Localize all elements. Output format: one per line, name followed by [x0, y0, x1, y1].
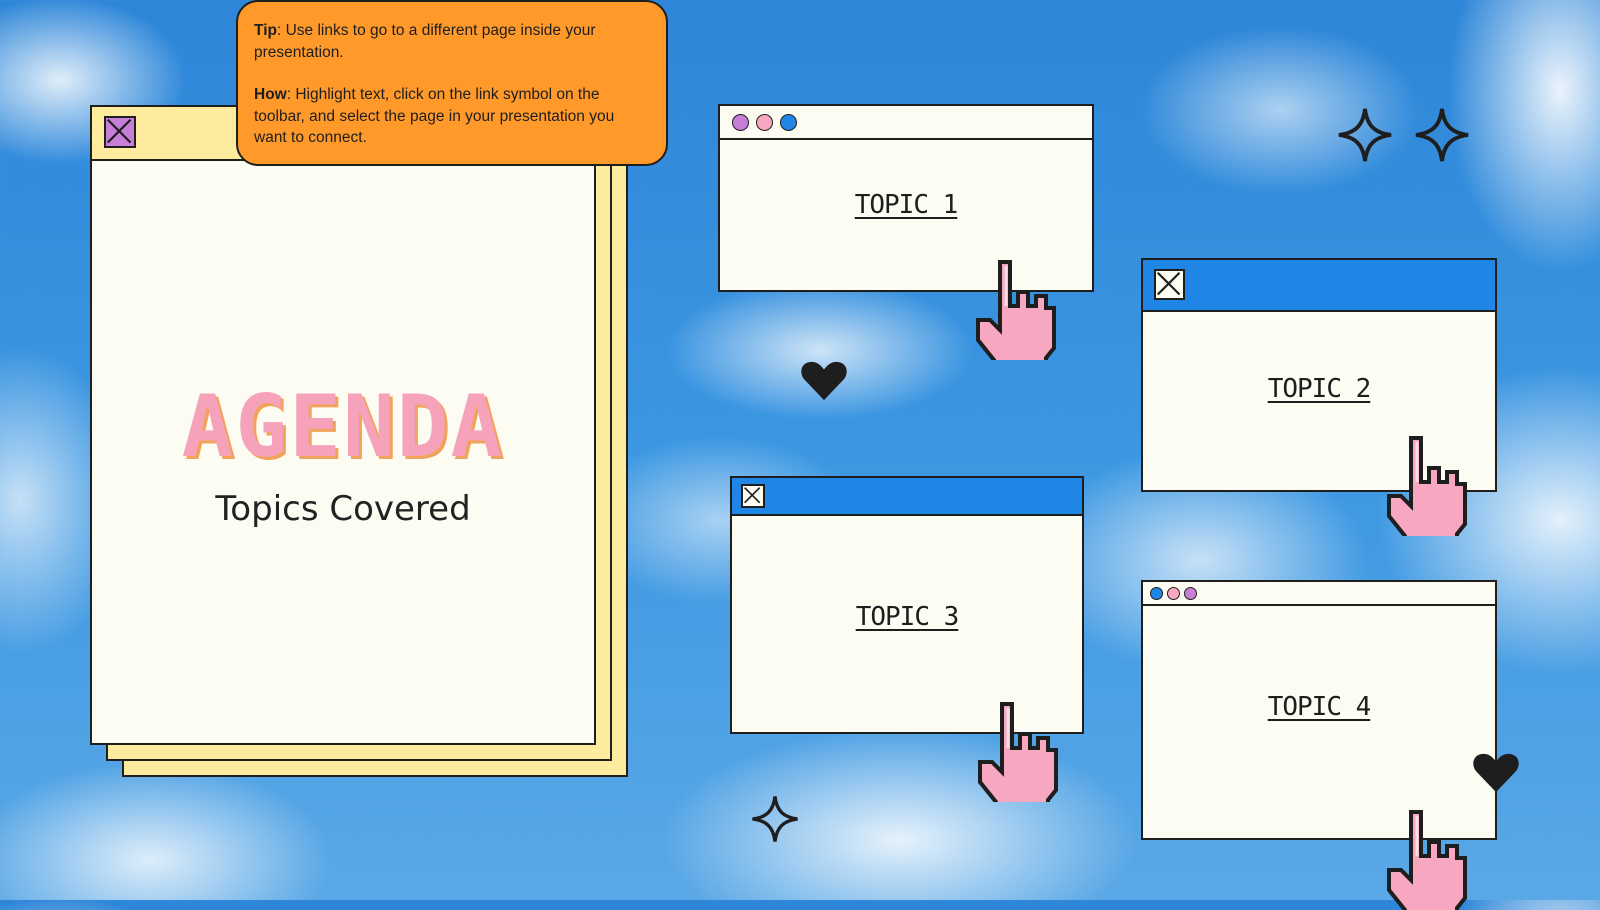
tip-line: Tip: Use links to go to a different page… — [254, 20, 650, 63]
how-line: How: Highlight text, click on the link s… — [254, 84, 650, 149]
blue-dot-icon[interactable] — [780, 114, 797, 131]
topic-1-titlebar — [720, 106, 1092, 140]
topic-3-window: TOPIC 3 — [730, 476, 1084, 734]
heart-icon — [1473, 753, 1519, 793]
pink-dot-icon[interactable] — [1167, 587, 1180, 600]
pointer-hand-icon — [1387, 436, 1467, 536]
agenda-window-stack: AGENDA Topics Covered — [90, 105, 640, 795]
tip-text: : Use links to go to a different page in… — [254, 22, 596, 61]
topic-1-link[interactable]: TOPIC 1 — [720, 190, 1092, 220]
topic-4-link[interactable]: TOPIC 4 — [1143, 692, 1495, 722]
purple-dot-icon[interactable] — [1184, 587, 1197, 600]
topic-3-titlebar — [732, 478, 1082, 516]
pointer-hand-icon — [978, 702, 1058, 802]
agenda-title: AGENDA — [181, 377, 505, 477]
pointer-hand-icon — [976, 260, 1056, 360]
sparkle-icon — [1415, 108, 1469, 162]
purple-dot-icon[interactable] — [732, 114, 749, 131]
close-box-icon[interactable] — [1154, 269, 1185, 300]
pink-dot-icon[interactable] — [756, 114, 773, 131]
pointer-hand-icon — [1387, 810, 1467, 910]
sparkle-icon — [1338, 108, 1392, 162]
topic-4-titlebar — [1143, 582, 1495, 606]
heart-icon — [801, 361, 847, 401]
how-label: How — [254, 86, 287, 103]
sparkle-icon — [752, 796, 798, 842]
tip-label: Tip — [254, 22, 277, 39]
topic-2-link[interactable]: TOPIC 2 — [1143, 374, 1495, 404]
close-box-icon[interactable] — [104, 116, 136, 148]
agenda-subtitle: Topics Covered — [215, 489, 471, 529]
topic-4-window: TOPIC 4 — [1141, 580, 1497, 840]
topic-3-link[interactable]: TOPIC 3 — [732, 602, 1082, 632]
close-box-icon[interactable] — [741, 484, 765, 508]
agenda-window: AGENDA Topics Covered — [90, 105, 596, 745]
how-text: : Highlight text, click on the link symb… — [254, 86, 615, 146]
tip-bubble: Tip: Use links to go to a different page… — [236, 0, 668, 166]
topic-2-titlebar — [1143, 260, 1495, 312]
blue-dot-icon[interactable] — [1150, 587, 1163, 600]
